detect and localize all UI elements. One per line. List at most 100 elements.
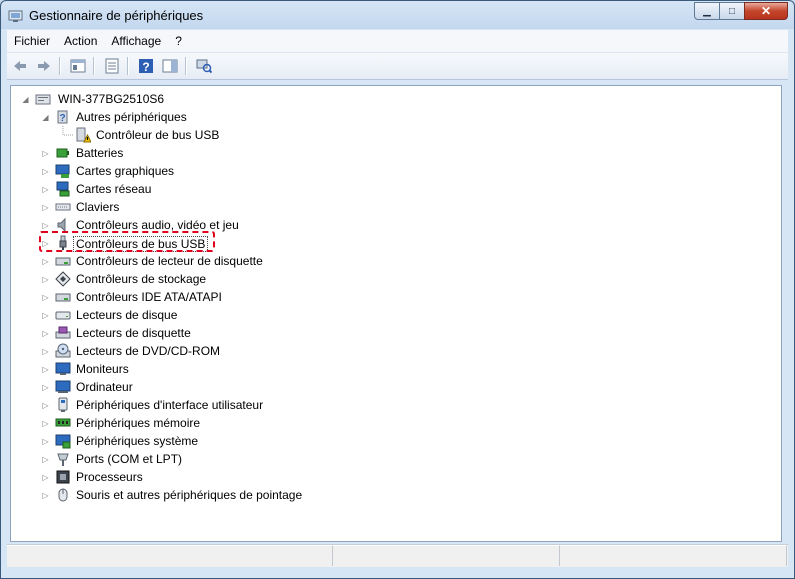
tree-label: Claviers xyxy=(76,200,120,214)
expand-arrow-icon[interactable]: ▷ xyxy=(41,275,50,284)
collapse-arrow-icon[interactable]: ◢ xyxy=(21,95,30,104)
properties-button[interactable] xyxy=(101,55,123,77)
tree-item-disk-drives[interactable]: ▷ Lecteurs de disque xyxy=(11,306,781,324)
expand-arrow-icon[interactable]: ▷ xyxy=(41,347,50,356)
warning-device-icon xyxy=(76,127,91,143)
back-button[interactable] xyxy=(9,55,31,77)
tree-item-floppy-controllers[interactable]: ▷ Contrôleurs de lecteur de disquette xyxy=(11,252,781,270)
expand-arrow-icon[interactable]: ▷ xyxy=(41,455,50,464)
svg-text:?: ? xyxy=(142,60,149,74)
expand-arrow-icon[interactable]: ▷ xyxy=(41,203,50,212)
caption-buttons: ▁ □ ✕ xyxy=(694,2,788,20)
computer-name: WIN-377BG2510S6 xyxy=(58,92,165,106)
system-device-icon xyxy=(55,434,71,449)
keyboard-icon xyxy=(55,203,71,211)
minimize-button[interactable]: ▁ xyxy=(694,2,720,20)
tree-item-display-adapters[interactable]: ▷ Cartes graphiques xyxy=(11,162,781,180)
tree-item-computer[interactable]: ▷ Ordinateur xyxy=(11,378,781,396)
tree-item-monitors[interactable]: ▷ Moniteurs xyxy=(11,360,781,378)
tree-item-processors[interactable]: ▷ Processeurs xyxy=(11,468,781,486)
monitor-icon xyxy=(55,362,71,375)
tree-item-system-devices[interactable]: ▷ Périphériques système xyxy=(11,432,781,450)
menu-view[interactable]: Affichage xyxy=(104,30,168,52)
expand-arrow-icon[interactable]: ▷ xyxy=(41,329,50,338)
tree-item-hid[interactable]: ▷ Périphériques d'interface utilisateur xyxy=(11,396,781,414)
tree-item-ports[interactable]: ▷ Ports (COM et LPT) xyxy=(11,450,781,468)
display-adapter-icon xyxy=(55,164,70,178)
expand-arrow-icon[interactable]: ▷ xyxy=(41,185,50,194)
maximize-button[interactable]: □ xyxy=(719,2,745,20)
back-arrow-icon xyxy=(14,61,26,71)
menu-help[interactable]: ? xyxy=(168,30,189,52)
tree-item-batteries[interactable]: ▷ Batteries xyxy=(11,144,781,162)
tree-item-keyboards[interactable]: ▷ Claviers xyxy=(11,198,781,216)
expand-arrow-icon[interactable]: ▷ xyxy=(41,149,50,158)
close-button[interactable]: ✕ xyxy=(744,2,788,20)
menu-file[interactable]: Fichier xyxy=(7,30,57,52)
expand-arrow-icon[interactable]: ▷ xyxy=(41,365,50,374)
tree-label: Contrôleurs audio, vidéo et jeu xyxy=(76,218,239,232)
hid-device-icon xyxy=(58,397,68,412)
tree-label: Cartes graphiques xyxy=(76,164,175,178)
expand-arrow-icon[interactable]: ▷ xyxy=(41,257,50,266)
forward-button[interactable] xyxy=(33,55,55,77)
help-button[interactable]: ? xyxy=(135,55,157,77)
action-pane-button[interactable] xyxy=(159,55,181,77)
show-hide-console-tree-button[interactable] xyxy=(67,55,89,77)
expand-arrow-icon[interactable]: ▷ xyxy=(41,401,50,410)
tree-label: Ordinateur xyxy=(76,380,133,394)
tree-root[interactable]: ◢ WIN-377BG2510S6 xyxy=(11,90,781,108)
tree-item-dvd-drives[interactable]: ▷ Lecteurs de DVD/CD-ROM xyxy=(11,342,781,360)
tree-item-network-adapters[interactable]: ▷ Cartes réseau xyxy=(11,180,781,198)
title-bar[interactable]: Gestionnaire de périphériques ▁ □ ✕ xyxy=(1,1,794,29)
tree-item-storage-controllers[interactable]: ▷ Contrôleurs de stockage xyxy=(11,270,781,288)
tree-item-floppy-drives[interactable]: ▷ Lecteurs de disquette xyxy=(11,324,781,342)
svg-text:?: ? xyxy=(59,113,65,124)
toolbar-separator xyxy=(127,57,129,75)
mouse-icon xyxy=(58,488,68,502)
menu-action[interactable]: Action xyxy=(57,30,104,52)
device-manager-icon xyxy=(8,10,23,22)
expand-arrow-icon[interactable]: ▷ xyxy=(41,437,50,446)
expand-arrow-icon[interactable]: ▷ xyxy=(41,239,50,248)
toolbar-separator xyxy=(185,57,187,75)
ide-controller-icon xyxy=(55,293,71,302)
expand-arrow-icon[interactable]: ▷ xyxy=(41,473,50,482)
help-icon: ? xyxy=(139,59,153,74)
usb-plug-icon xyxy=(59,235,67,250)
computer-icon xyxy=(55,380,71,393)
menu-bar: Fichier Action Affichage ? xyxy=(7,30,788,53)
tree-item-sound-controllers[interactable]: ▷ Contrôleurs audio, vidéo et jeu xyxy=(11,216,781,234)
port-icon xyxy=(57,453,69,466)
status-cell xyxy=(560,545,787,566)
forward-arrow-icon xyxy=(38,61,50,71)
battery-icon xyxy=(56,148,69,158)
expand-arrow-icon[interactable]: ▷ xyxy=(41,311,50,320)
dvd-drive-icon xyxy=(55,343,71,358)
expand-arrow-icon[interactable]: ▷ xyxy=(41,293,50,302)
tree-label: Périphériques système xyxy=(76,434,199,448)
collapse-arrow-icon[interactable]: ◢ xyxy=(41,113,50,122)
tree-item-memory-devices[interactable]: ▷ Périphériques mémoire xyxy=(11,414,781,432)
status-cell xyxy=(333,545,560,566)
action-pane-icon xyxy=(162,59,178,73)
expand-arrow-icon[interactable]: ▷ xyxy=(41,221,50,230)
toolbar: ? xyxy=(7,53,788,80)
tree-item-mice[interactable]: ▷ Souris et autres périphériques de poin… xyxy=(11,486,781,504)
device-tree-panel[interactable]: ◢ WIN-377BG2510S6 ◢ ? Autres périphériqu… xyxy=(10,85,782,542)
tree-item-usb-controllers[interactable]: ▷ Contrôleurs de bus USB xyxy=(11,234,781,252)
scan-hardware-changes-button[interactable] xyxy=(193,55,215,77)
processor-icon xyxy=(56,470,70,484)
tree-label: Périphériques d'interface utilisateur xyxy=(76,398,264,412)
expand-arrow-icon[interactable]: ▷ xyxy=(41,167,50,176)
device-tree: ◢ WIN-377BG2510S6 ◢ ? Autres périphériqu… xyxy=(11,90,781,504)
expand-arrow-icon[interactable]: ▷ xyxy=(41,419,50,428)
tree-item-ide-controllers[interactable]: ▷ Contrôleurs IDE ATA/ATAPI xyxy=(11,288,781,306)
expand-arrow-icon[interactable]: ▷ xyxy=(41,491,50,500)
tree-item-usb-controller-unknown[interactable]: Contrôleur de bus USB xyxy=(11,126,781,144)
tree-item-other-devices[interactable]: ◢ ? Autres périphériques xyxy=(11,108,781,126)
status-cell xyxy=(7,545,333,566)
window-title: Gestionnaire de périphériques xyxy=(29,8,204,23)
memory-icon xyxy=(55,418,71,427)
expand-arrow-icon[interactable]: ▷ xyxy=(41,383,50,392)
